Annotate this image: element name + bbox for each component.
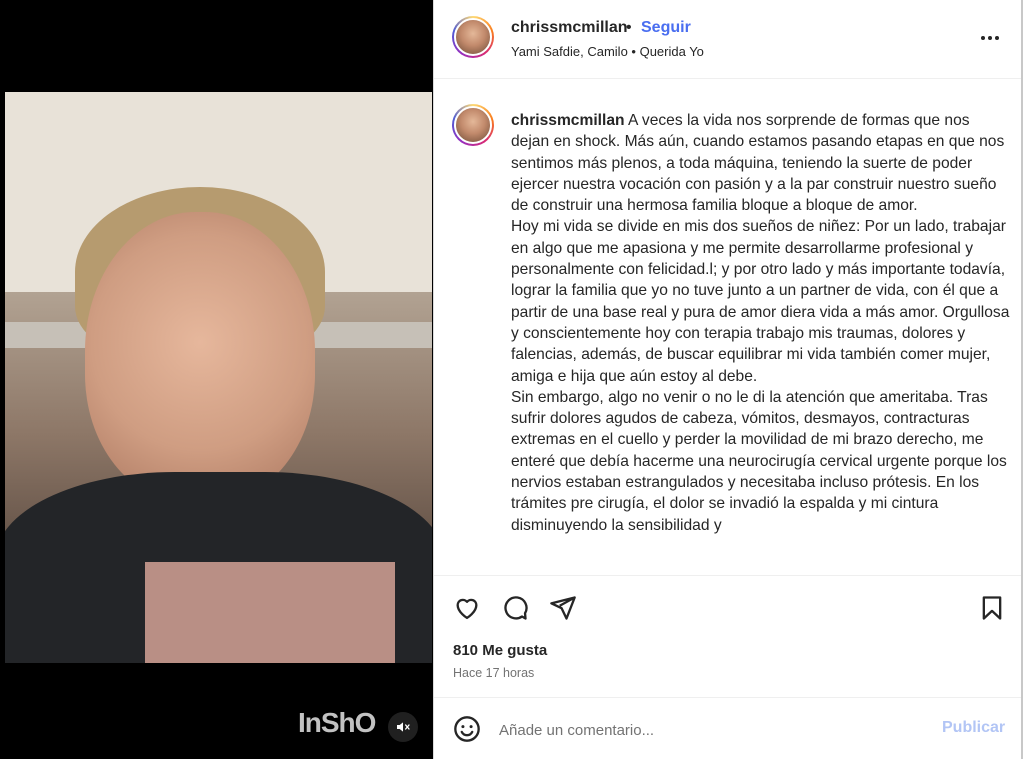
- post-caption: chrissmcmillan A veces la vida nos sorpr…: [434, 80, 1021, 575]
- audio-track[interactable]: Yami Safdie, Camilo • Querida Yo: [511, 44, 704, 59]
- author-avatar[interactable]: [452, 16, 494, 58]
- post-details-panel: chrissmcmillan • Seguir Yami Safdie, Cam…: [433, 0, 1023, 759]
- panel-scrollbar[interactable]: [1021, 0, 1023, 759]
- heart-icon[interactable]: [453, 594, 481, 622]
- post-actions: 810 Me gusta Hace 17 horas: [434, 575, 1023, 696]
- video-watermark: InShO: [298, 707, 376, 738]
- post-photo: [5, 92, 432, 663]
- share-icon[interactable]: [549, 594, 577, 622]
- comment-icon[interactable]: [501, 594, 529, 622]
- header-separator: •: [626, 19, 632, 36]
- caption-text: chrissmcmillan A veces la vida nos sorpr…: [511, 110, 1011, 536]
- comment-input[interactable]: [497, 716, 921, 744]
- comment-box: Publicar: [434, 697, 1023, 760]
- photo-face: [85, 212, 315, 502]
- caption-author-avatar[interactable]: [452, 104, 494, 146]
- author-username[interactable]: chrissmcmillan: [511, 19, 628, 37]
- mute-button[interactable]: [388, 712, 418, 742]
- emoji-icon[interactable]: [453, 715, 481, 743]
- post-header: chrissmcmillan • Seguir Yami Safdie, Cam…: [434, 0, 1023, 79]
- post-timestamp[interactable]: Hace 17 horas: [453, 666, 534, 680]
- more-horizontal-icon[interactable]: [978, 26, 1002, 50]
- speaker-muted-icon: [397, 722, 410, 732]
- bookmark-icon[interactable]: [978, 594, 1006, 622]
- photo-apron: [145, 562, 395, 663]
- likes-count[interactable]: 810 Me gusta: [453, 642, 547, 659]
- caption-username[interactable]: chrissmcmillan: [511, 112, 625, 129]
- post-media[interactable]: InShO: [0, 0, 433, 759]
- caption-body: A veces la vida nos sorprende de formas …: [511, 112, 1010, 534]
- publish-button[interactable]: Publicar: [942, 719, 1005, 737]
- follow-button[interactable]: Seguir: [641, 19, 691, 37]
